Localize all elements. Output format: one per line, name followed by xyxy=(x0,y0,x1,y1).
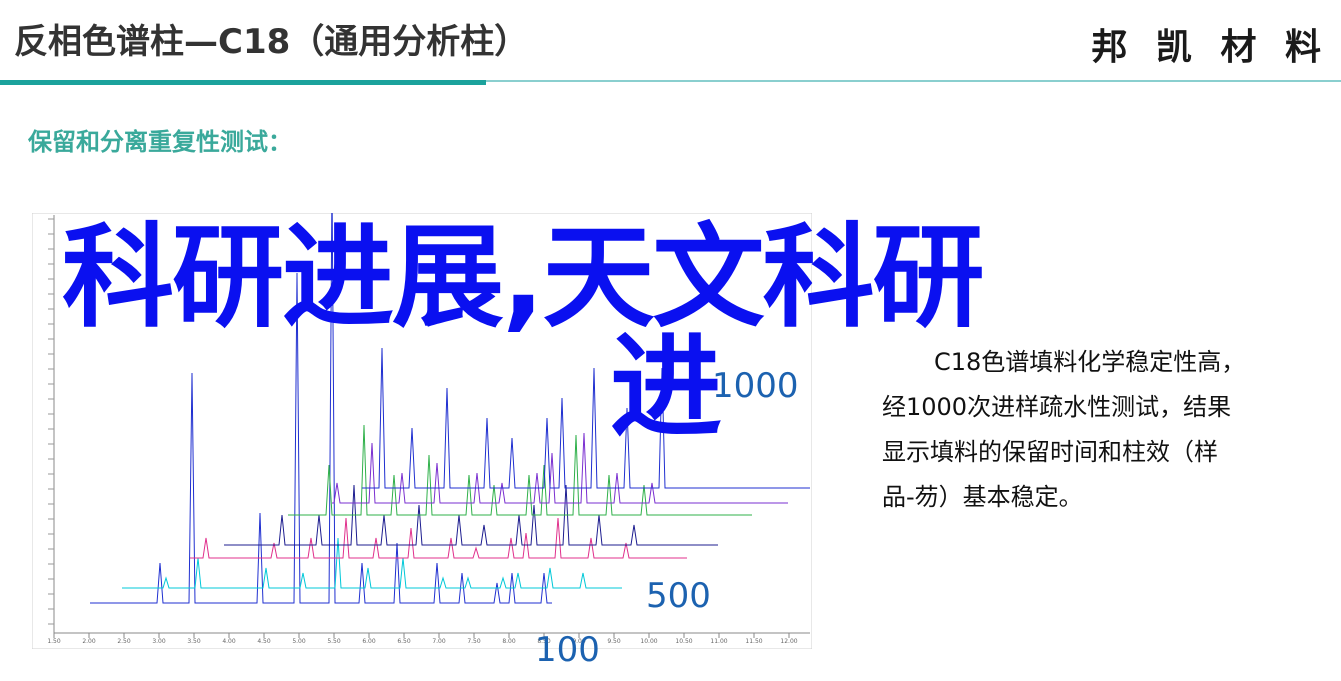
x-tick-label: 11.00 xyxy=(710,638,727,645)
header-accent-bar xyxy=(0,80,486,85)
x-tick-label: 7.50 xyxy=(467,638,481,645)
description-line-4: 品-芴）基本稳定。 xyxy=(882,483,1083,511)
brand-logo: 邦 凯 材 料 xyxy=(1091,27,1329,68)
x-tick-label: 1.50 xyxy=(47,638,61,645)
x-tick-label: 2.50 xyxy=(117,638,131,645)
injection-label-500: 500 xyxy=(646,576,711,616)
x-tick-label: 11.50 xyxy=(745,638,762,645)
x-tick-label: 10.50 xyxy=(675,638,692,645)
overlay-headline: 科研进展,天文科研 进 xyxy=(62,208,1212,458)
section-title: 保留和分离重复性测试： xyxy=(28,128,292,156)
x-tick-label: 3.00 xyxy=(152,638,166,645)
x-tick-label: 6.00 xyxy=(362,638,376,645)
x-tick-label: 4.50 xyxy=(257,638,271,645)
x-tick-label: 6.50 xyxy=(397,638,411,645)
x-tick-label: 10.00 xyxy=(640,638,657,645)
injection-label-100: 100 xyxy=(535,630,600,670)
x-tick-label: 9.50 xyxy=(607,638,621,645)
x-tick-label: 2.00 xyxy=(82,638,96,645)
x-tick-label: 7.00 xyxy=(432,638,446,645)
x-tick-label: 8.00 xyxy=(502,638,516,645)
x-tick-label: 3.50 xyxy=(187,638,201,645)
x-tick-label: 5.00 xyxy=(292,638,306,645)
page-title: 反相色谱柱—C18（通用分析柱） xyxy=(14,22,529,62)
x-tick-label: 4.00 xyxy=(222,638,236,645)
x-tick-label: 12.00 xyxy=(780,638,797,645)
x-tick-label: 5.50 xyxy=(327,638,341,645)
